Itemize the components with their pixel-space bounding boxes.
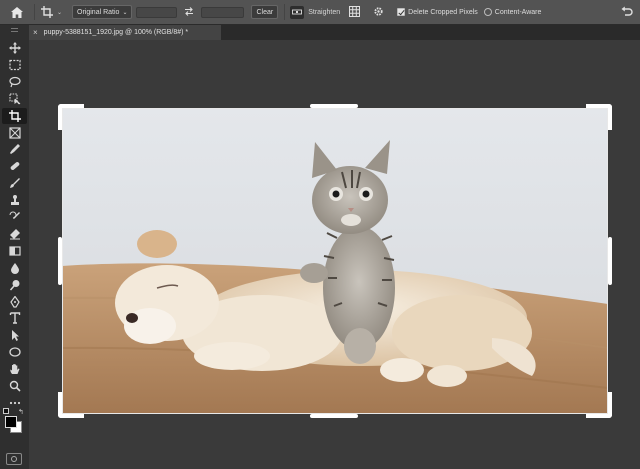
tool-blur[interactable] [2, 260, 27, 276]
close-icon[interactable]: × [33, 28, 38, 37]
checkbox-box [483, 8, 492, 16]
crop-handle-bottom-left[interactable] [58, 392, 84, 418]
eyedropper-icon [9, 144, 20, 155]
document-tab-bar: × puppy-5388151_1920.jpg @ 100% (RGB/8#)… [29, 25, 640, 40]
grid-overlay-button[interactable] [349, 5, 361, 19]
content-aware-label: Content-Aware [494, 8, 542, 16]
document-tab[interactable]: × puppy-5388151_1920.jpg @ 100% (RGB/8#)… [29, 25, 221, 40]
tool-crop[interactable] [2, 107, 27, 124]
brush-icon [9, 178, 20, 189]
crop-handle-right[interactable] [608, 237, 612, 285]
crop-preset-button[interactable]: ⌄ [41, 6, 62, 18]
history-brush-icon [9, 211, 20, 219]
quick-mask-button[interactable] [6, 453, 22, 465]
photo-image [62, 108, 608, 414]
type-icon [9, 312, 20, 325]
tool-move[interactable] [2, 40, 27, 56]
crop-handle-left[interactable] [58, 237, 62, 285]
undo-icon [621, 6, 633, 16]
ratio-label: Original Ratio [77, 8, 120, 16]
canvas-area[interactable] [29, 40, 640, 469]
blur-icon [10, 262, 19, 274]
tool-eraser[interactable] [2, 226, 27, 242]
photo-cat-and-puppy [62, 108, 608, 414]
photoshop-window: ⌄ Original Ratio ⌄ Clear Straighten Dele… [0, 0, 640, 469]
object-select-icon [8, 93, 20, 105]
content-aware-checkbox[interactable]: Content-Aware [483, 8, 542, 16]
divider [34, 4, 35, 20]
quick-mask-icon [11, 456, 17, 462]
tool-frame[interactable] [2, 125, 27, 141]
clear-label: Clear [256, 8, 274, 16]
panel-grip[interactable] [11, 28, 18, 32]
zoom-icon [9, 380, 21, 392]
crop-icon [41, 6, 53, 18]
tool-gradient[interactable] [2, 243, 27, 259]
delete-cropped-checkbox[interactable]: Delete Cropped Pixels [397, 8, 478, 16]
tool-shape[interactable] [2, 344, 27, 360]
tool-brush[interactable] [2, 175, 27, 191]
tool-marquee[interactable] [2, 57, 27, 73]
tool-dodge[interactable] [2, 277, 27, 293]
gear-icon [374, 6, 383, 16]
tool-lasso[interactable] [2, 74, 27, 90]
crop-handle-top-right[interactable] [586, 104, 612, 130]
height-input[interactable] [201, 6, 245, 18]
frame-icon [8, 126, 21, 139]
marquee-icon [8, 59, 21, 70]
straighten-button[interactable]: Straighten [290, 5, 341, 19]
tool-zoom[interactable] [2, 378, 27, 394]
dodge-icon [9, 279, 19, 291]
crop-handle-bottom[interactable] [310, 414, 358, 418]
divider [284, 4, 286, 20]
lasso-icon [8, 76, 21, 87]
width-input[interactable] [136, 6, 178, 18]
crop-handle-bottom-right[interactable] [586, 392, 612, 418]
crop-handle-top[interactable] [310, 104, 358, 108]
options-bar: ⌄ Original Ratio ⌄ Clear Straighten Dele… [0, 0, 640, 25]
ratio-dropdown[interactable]: Original Ratio ⌄ [72, 5, 133, 19]
move-icon [8, 42, 21, 54]
shape-icon [8, 347, 21, 357]
level-icon [290, 5, 305, 19]
pen-icon [9, 295, 20, 308]
eraser-icon [9, 228, 20, 240]
tool-pen[interactable] [2, 294, 27, 310]
document-title: puppy-5388151_1920.jpg @ 100% (RGB/8#) * [43, 29, 189, 36]
straighten-label: Straighten [308, 8, 341, 16]
grid-overlay-icon [349, 5, 361, 17]
tool-object-select[interactable] [2, 91, 27, 107]
chevron-down-icon: ⌄ [57, 9, 63, 16]
tool-hand[interactable] [2, 361, 27, 377]
color-swatches[interactable]: ↰ [3, 408, 25, 436]
foreground-color-swatch[interactable] [5, 416, 17, 428]
hand-icon [9, 364, 19, 375]
path-select-icon [11, 330, 19, 342]
stamp-icon [10, 195, 19, 206]
gradient-icon [8, 246, 21, 256]
default-colors-icon[interactable] [3, 408, 9, 414]
reset-button[interactable] [621, 6, 633, 19]
tool-healing[interactable] [2, 158, 27, 174]
swap-button[interactable] [184, 6, 194, 18]
chevron-down-icon: ⌄ [122, 9, 128, 16]
healing-icon [10, 162, 19, 171]
delete-cropped-label: Delete Cropped Pixels [408, 8, 478, 16]
swap-colors-icon[interactable]: ↰ [18, 408, 24, 416]
crop-settings-button[interactable] [373, 6, 384, 19]
tool-type[interactable] [2, 310, 27, 326]
tool-stamp[interactable] [2, 192, 27, 208]
home-button[interactable] [0, 0, 34, 25]
tools-panel: ↰ [0, 25, 29, 469]
tool-history-brush[interactable] [2, 209, 27, 225]
home-icon [11, 6, 23, 18]
swap-icon [185, 6, 194, 16]
crop-icon [8, 109, 21, 122]
checkbox-box [397, 8, 406, 16]
clear-button[interactable]: Clear [251, 5, 279, 19]
tool-eyedropper[interactable] [2, 141, 27, 157]
crop-handle-top-left[interactable] [58, 104, 84, 130]
tool-path-select[interactable] [2, 327, 27, 343]
